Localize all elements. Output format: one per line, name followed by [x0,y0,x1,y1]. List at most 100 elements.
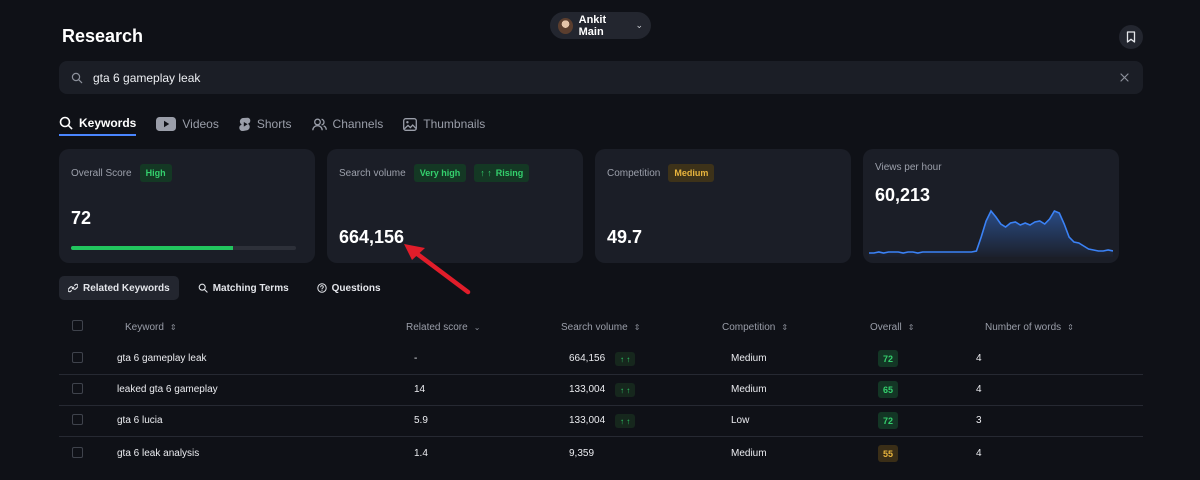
users-icon [311,118,327,130]
table-row[interactable]: leaked gta 6 gameplay 14 133,004 ↑ ↑ Med… [59,375,1143,406]
views-per-hour-card: Views per hour 60,213 [863,149,1119,263]
competition-level-badge: Medium [668,164,715,182]
tab-channels[interactable]: Channels [311,112,384,136]
word-count-cell: 4 [976,448,982,459]
card-label: Views per hour [875,162,942,173]
competition-cell: Medium [731,384,767,395]
row-checkbox[interactable] [72,383,83,394]
tab-label: Thumbnails [423,117,486,131]
trend-up-icon: ↑ ↑ [615,414,636,428]
column-header-competition[interactable]: Competition ⇕ [722,322,788,333]
column-header-search-volume[interactable]: Search volume ⇕ [561,322,640,333]
sort-desc-icon: ⌄ [473,323,481,332]
subtab-label: Related Keywords [83,282,170,294]
card-label-row: Views per hour [875,162,1107,173]
tab-videos[interactable]: Videos [156,112,219,136]
table-header: Keyword ⇕ Related score ⌄ Search volume ⇕ C… [59,318,1143,340]
volume-level-badge: Very high [413,164,467,182]
views-per-hour-value: 60,213 [875,185,931,205]
card-label-row: Search volume Very high ↑ ↑ Rising [339,164,571,182]
image-icon [403,117,418,131]
search-input[interactable] [93,70,1107,85]
column-label: Keyword [125,322,164,333]
keyword-cell: gta 6 gameplay leak [117,353,207,364]
card-label: Overall Score [71,167,132,179]
sort-icon: ⇕ [169,323,177,332]
search-volume-cell: 664,156 [569,353,606,364]
sparkline-area [869,211,1113,257]
row-checkbox[interactable] [72,352,83,363]
search-volume-cell: 9,359 [569,448,595,459]
question-icon [316,283,327,293]
search-icon [59,116,73,130]
shorts-icon [239,117,251,131]
tab-label: Videos [182,117,219,131]
sort-icon: ⇕ [907,323,915,332]
row-checkbox[interactable] [72,447,83,458]
column-header-keyword[interactable]: Keyword ⇕ [125,322,177,333]
tab-label: Keywords [79,116,137,130]
overall-score-card: Overall Score High 72 [59,149,315,263]
bookmark-icon [1126,31,1136,43]
search-volume-cell: 133,004 [569,415,606,426]
card-label: Search volume [339,167,406,179]
tab-keywords[interactable]: Keywords [59,112,137,136]
sort-icon: ⇕ [781,323,789,332]
select-all-checkbox[interactable] [72,320,83,331]
bookmark-button[interactable] [1119,25,1143,49]
competition-cell: Medium [731,353,767,364]
subtab-questions[interactable]: Questions [308,276,390,300]
avatar [558,17,573,34]
close-icon [1119,73,1129,82]
row-checkbox[interactable] [72,414,83,425]
competition-cell: Medium [731,448,767,459]
subtab-label: Matching Terms [212,282,289,294]
column-label: Related score [406,322,468,333]
search-icon [198,283,208,293]
card-label-row: Competition Medium [607,164,839,182]
clear-search-button[interactable] [1117,71,1131,85]
search-volume-cell: 133,004 [569,384,606,395]
card-label-row: Overall Score High [71,164,303,182]
word-count-cell: 4 [976,384,982,395]
sort-icon: ⇕ [1067,323,1074,332]
tab-thumbnails[interactable]: Thumbnails [403,112,485,136]
competition-card: Competition Medium 49.7 [595,149,851,263]
subtab-related-keywords[interactable]: Related Keywords [59,276,179,300]
competition-value: 49.7 [607,227,643,247]
trend-up-icon: ↑ ↑ [480,168,492,178]
column-header-related-score[interactable]: Related score ⌄ [406,322,480,333]
keyword-cell: leaked gta 6 gameplay [117,384,218,395]
tab-shorts[interactable]: Shorts [239,112,292,136]
subtab-matching-terms[interactable]: Matching Terms [189,276,298,300]
tab-label: Channels [332,117,384,131]
column-label: Number of words [985,322,1062,333]
sort-icon: ⇕ [633,323,641,332]
column-label: Overall [870,322,902,333]
word-count-cell: 4 [976,353,982,364]
keyword-cell: gta 6 lucia [117,415,163,426]
trend-up-icon: ↑ ↑ [615,383,636,397]
table-row[interactable]: gta 6 lucia 5.9 133,004 ↑ ↑ Low 72 3 [59,406,1143,437]
score-progress-fill [71,246,233,250]
search-icon [71,72,83,83]
column-label: Competition [722,322,776,333]
word-count-cell: 3 [976,415,982,426]
competition-cell: Low [731,415,750,426]
score-progress-bar [71,246,296,250]
column-header-overall[interactable]: Overall ⇕ [870,322,914,333]
related-score-cell: 1.4 [414,448,428,459]
column-header-number-of-words[interactable]: Number of words ⇕ [985,322,1074,333]
table-row[interactable]: gta 6 leak analysis 1.4 9,359 Medium 55 … [59,439,1143,470]
research-tabs: Keywords Videos Shorts Channels Thumbnai… [59,112,485,136]
overall-score-badge: 65 [878,381,898,398]
user-menu-button[interactable]: Ankit Main ⌄ [550,12,651,39]
related-score-cell: - [414,353,418,364]
table-row[interactable]: gta 6 gameplay leak - 664,156 ↑ ↑ Medium… [59,344,1143,375]
column-label: Search volume [561,322,628,333]
search-bar [59,61,1143,94]
page-title: Research [62,26,144,46]
tab-label: Shorts [256,117,292,131]
subtab-label: Questions [331,282,381,294]
chevron-down-icon: ⌄ [635,20,643,30]
